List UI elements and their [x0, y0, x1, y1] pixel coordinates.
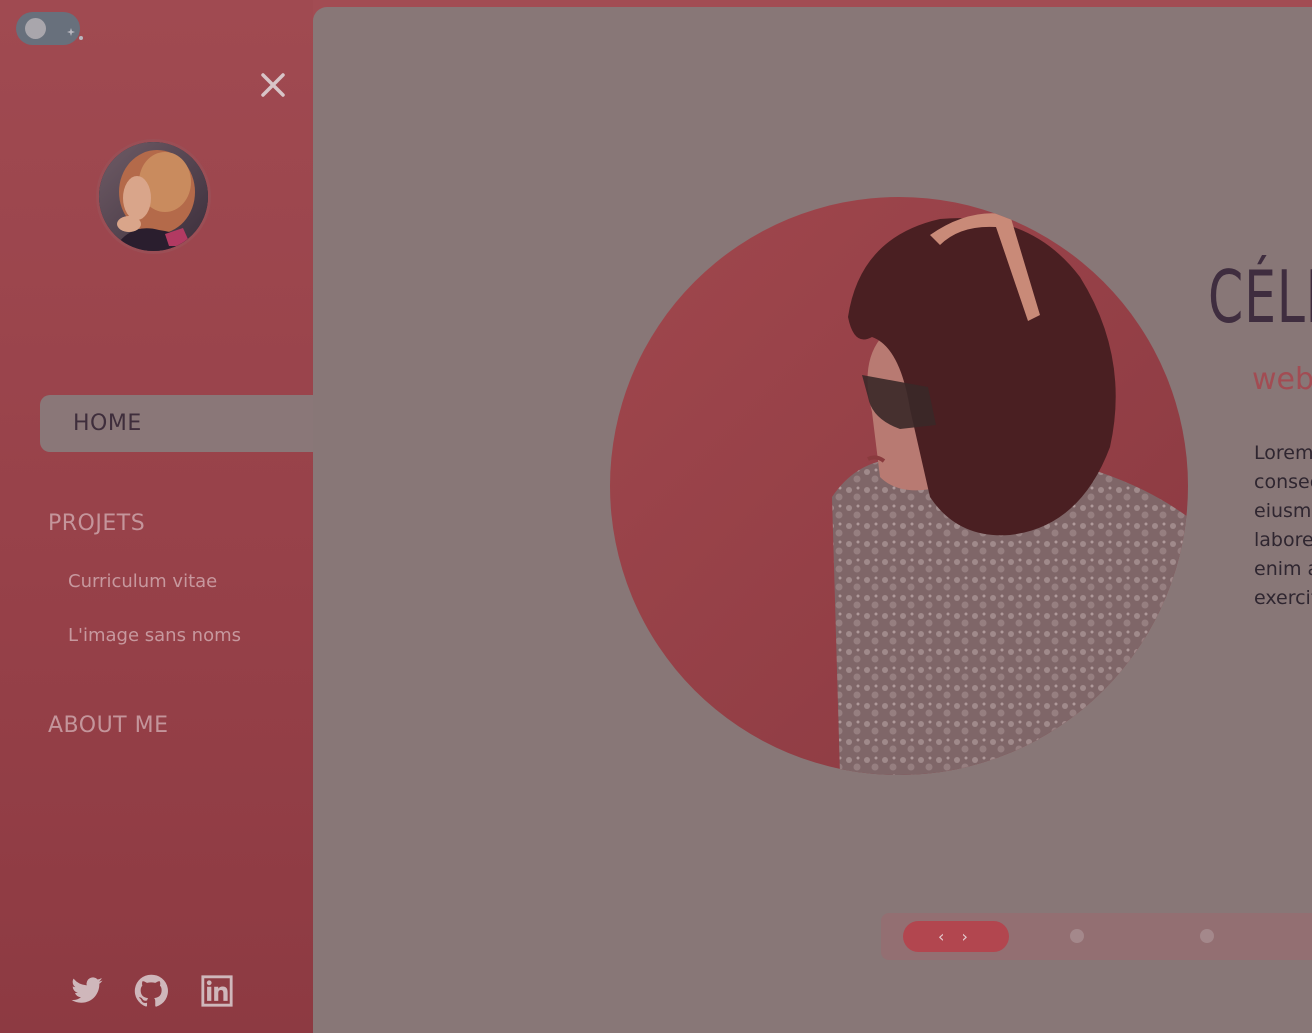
nav-project-image-sans-noms[interactable]: L'image sans noms [68, 625, 241, 646]
social-links [70, 974, 240, 1010]
twitter-icon [71, 977, 103, 1003]
slider-dot[interactable] [1200, 929, 1214, 943]
slider-arrows-button[interactable]: ‹ › [903, 921, 1009, 952]
hero-description: Lorem consec eiusmo labore enim a exerci… [1254, 439, 1312, 613]
linkedin-link[interactable] [200, 974, 234, 1008]
github-icon [134, 974, 168, 1007]
hero-role: web [1252, 362, 1312, 397]
github-link[interactable] [134, 974, 168, 1008]
stars-icon [67, 28, 83, 40]
linkedin-icon [201, 975, 233, 1007]
description-line: enim a [1254, 558, 1312, 580]
main-panel: CÉLI web Lorem consec eiusmo labore enim… [313, 7, 1312, 1033]
nav-project-cv[interactable]: Curriculum vitae [68, 571, 217, 592]
toggle-knob [25, 18, 46, 39]
hero-photo [610, 197, 1188, 775]
description-line: Lorem [1254, 442, 1312, 464]
nav-projects[interactable]: PROJETS [48, 511, 145, 536]
close-menu-button[interactable] [258, 70, 288, 100]
slider-dot[interactable] [1070, 929, 1084, 943]
description-line: exercit [1254, 587, 1312, 609]
avatar [96, 139, 211, 254]
description-line: eiusmo [1254, 500, 1312, 522]
slider-controls: ‹ › [881, 913, 1312, 960]
nav-about[interactable]: ABOUT ME [48, 713, 169, 738]
description-line: consec [1254, 471, 1312, 493]
portrait-image [610, 197, 1188, 775]
description-line: labore [1254, 529, 1312, 551]
close-icon [261, 73, 285, 97]
theme-toggle[interactable] [16, 12, 83, 45]
avatar-photo [99, 142, 208, 251]
sidebar: HOME PROJETS Curriculum vitae L'image sa… [0, 0, 313, 1033]
hero-name: CÉLI [1208, 255, 1312, 339]
nav-home[interactable]: HOME [40, 395, 313, 452]
twitter-link[interactable] [70, 974, 104, 1008]
